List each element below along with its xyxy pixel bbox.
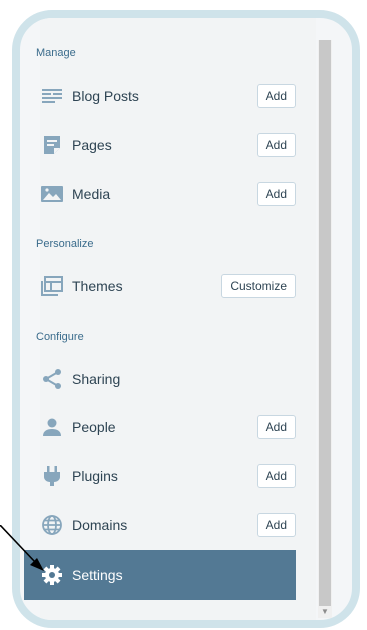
add-blog-post-button[interactable]: Add [256, 84, 296, 108]
scrollbar[interactable]: ▼ [318, 40, 332, 618]
section-manage: Manage [36, 47, 76, 59]
sidebar-item-label: Sharing [72, 371, 121, 387]
sidebar-item-media[interactable]: Media Add [24, 174, 296, 214]
customize-button[interactable]: Customize [221, 274, 296, 298]
sidebar-item-sharing[interactable]: Sharing [24, 359, 296, 399]
sidebar-item-label: Themes [72, 278, 123, 294]
add-plugin-button[interactable]: Add [256, 464, 296, 488]
plug-icon [40, 464, 64, 488]
section-personalize: Personalize [36, 238, 94, 250]
image-icon [40, 182, 64, 206]
share-icon [40, 367, 64, 391]
sidebar-item-label: Media [72, 186, 111, 202]
sidebar-item-blog-posts[interactable]: Blog Posts Add [24, 76, 296, 116]
sidebar-item-label: Plugins [72, 468, 118, 484]
add-domain-button[interactable]: Add [256, 513, 296, 537]
sidebar-item-plugins[interactable]: Plugins Add [24, 456, 296, 496]
page-icon [40, 133, 64, 157]
add-people-button[interactable]: Add [256, 415, 296, 439]
sidebar-item-people[interactable]: People Add [24, 407, 296, 447]
add-page-button[interactable]: Add [256, 133, 296, 157]
sidebar-item-themes[interactable]: Themes Customize [24, 266, 296, 306]
pointer-arrow-icon [0, 525, 44, 571]
person-icon [40, 415, 64, 439]
section-configure: Configure [36, 331, 84, 343]
sidebar-item-pages[interactable]: Pages Add [24, 125, 296, 165]
sidebar-item-label: Domains [72, 517, 128, 533]
add-media-button[interactable]: Add [256, 182, 296, 206]
themes-icon [40, 274, 64, 298]
sidebar-item-label: Settings [72, 567, 123, 583]
scrollbar-thumb[interactable] [319, 40, 331, 606]
sidebar-item-label: Pages [72, 137, 112, 153]
sidebar-item-settings[interactable]: Settings [24, 550, 296, 600]
posts-icon [40, 84, 64, 108]
sidebar-item-label: Blog Posts [72, 88, 139, 104]
sidebar-item-domains[interactable]: Domains Add [24, 505, 296, 545]
scroll-down-arrow[interactable]: ▼ [318, 606, 332, 618]
sidebar-item-label: People [72, 419, 116, 435]
